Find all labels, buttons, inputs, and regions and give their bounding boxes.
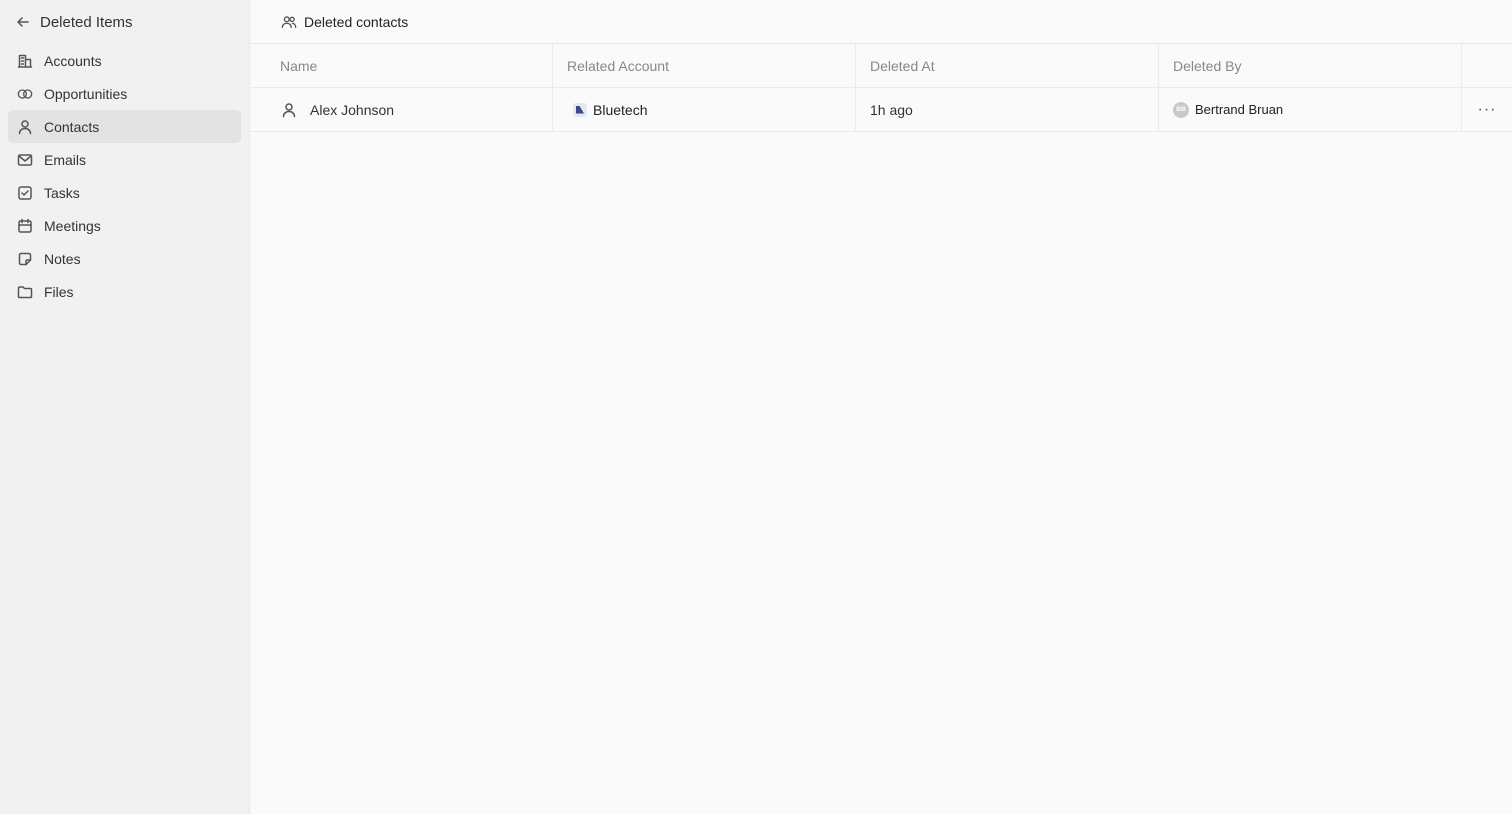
deleted-by-user[interactable]: BB Bertrand Bruan bbox=[1173, 101, 1284, 118]
sidebar-item-accounts[interactable]: Accounts bbox=[8, 44, 241, 77]
column-header-name[interactable]: Name bbox=[250, 44, 553, 87]
sidebar-item-label: Emails bbox=[44, 151, 87, 168]
account-chip[interactable]: Bluetech bbox=[567, 100, 653, 120]
sidebar-item-label: Notes bbox=[44, 250, 81, 267]
page-header: Deleted contacts bbox=[250, 0, 1512, 44]
contact-name-link[interactable]: Alex Johnson bbox=[280, 101, 394, 119]
calendar-icon bbox=[16, 217, 34, 235]
users-icon bbox=[280, 13, 298, 31]
cell-deleted-by: BB Bertrand Bruan bbox=[1159, 88, 1462, 131]
sidebar-item-label: Opportunities bbox=[44, 85, 128, 102]
column-header-related-account[interactable]: Related Account bbox=[553, 44, 856, 87]
cell-name: Alex Johnson bbox=[250, 88, 553, 131]
arrow-left-icon bbox=[14, 13, 32, 31]
cell-deleted-at: 1h ago bbox=[856, 88, 1159, 131]
folder-icon bbox=[16, 283, 34, 301]
sidebar-title: Deleted Items bbox=[40, 13, 133, 31]
deleted-at-value: 1h ago bbox=[870, 101, 913, 118]
sidebar-item-emails[interactable]: Emails bbox=[8, 143, 241, 176]
sidebar-item-notes[interactable]: Notes bbox=[8, 242, 241, 275]
table-row[interactable]: Alex Johnson Bluetech 1h ago BB Bertrand… bbox=[250, 88, 1512, 132]
deleted-contacts-table: Name Related Account Deleted At Deleted … bbox=[250, 44, 1512, 132]
column-header-deleted-by[interactable]: Deleted By bbox=[1159, 44, 1462, 87]
table-header: Name Related Account Deleted At Deleted … bbox=[250, 44, 1512, 88]
building-icon bbox=[16, 52, 34, 70]
note-icon bbox=[16, 250, 34, 268]
column-header-deleted-at[interactable]: Deleted At bbox=[856, 44, 1159, 87]
main-content: Deleted contacts Name Related Account De… bbox=[250, 0, 1512, 814]
sidebar-item-label: Contacts bbox=[44, 118, 100, 135]
sidebar-item-label: Accounts bbox=[44, 52, 102, 69]
target-icon bbox=[16, 85, 34, 103]
avatar: BB bbox=[1173, 101, 1189, 118]
mail-icon bbox=[16, 151, 34, 169]
user-icon bbox=[16, 118, 34, 136]
contact-name: Alex Johnson bbox=[310, 101, 395, 118]
page-title: Deleted contacts bbox=[304, 13, 409, 30]
sidebar-item-files[interactable]: Files bbox=[8, 275, 241, 308]
column-header-actions bbox=[1462, 44, 1512, 87]
sidebar-nav: Accounts Opportunities Contacts Emails T… bbox=[0, 44, 249, 308]
sidebar-item-meetings[interactable]: Meetings bbox=[8, 209, 241, 242]
sidebar-item-label: Files bbox=[44, 283, 74, 300]
more-options-icon[interactable]: ··· bbox=[1478, 101, 1497, 118]
sidebar-item-contacts[interactable]: Contacts bbox=[8, 110, 241, 143]
sidebar: Deleted Items Accounts Opportunities Con… bbox=[0, 0, 250, 814]
checkbox-icon bbox=[16, 184, 34, 202]
company-logo-icon bbox=[573, 102, 587, 117]
user-icon bbox=[280, 101, 298, 119]
sidebar-item-label: Meetings bbox=[44, 217, 101, 234]
deleted-by-name: Bertrand Bruan bbox=[1195, 102, 1284, 117]
cell-actions: ··· bbox=[1462, 88, 1512, 131]
cell-related-account: Bluetech bbox=[553, 88, 856, 131]
sidebar-item-opportunities[interactable]: Opportunities bbox=[8, 77, 241, 110]
sidebar-item-label: Tasks bbox=[44, 184, 80, 201]
back-to-settings-button[interactable]: Deleted Items bbox=[0, 0, 249, 44]
account-name: Bluetech bbox=[593, 101, 648, 118]
sidebar-item-tasks[interactable]: Tasks bbox=[8, 176, 241, 209]
